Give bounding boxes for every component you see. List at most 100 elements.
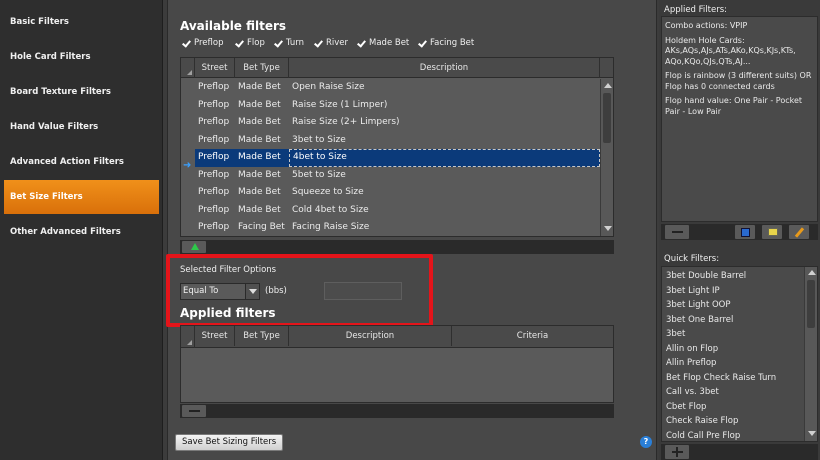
nav-item-board-texture-filters[interactable]: Board Texture Filters — [4, 75, 159, 109]
applied-filter-item[interactable]: Flop hand value: One Pair - Pocket Pair … — [665, 96, 815, 117]
edit-filter-button[interactable] — [788, 224, 810, 240]
cell-bet-type: Made Bet — [238, 187, 281, 197]
column-header-description[interactable]: Description — [289, 58, 600, 78]
cell-street: Preflop — [195, 149, 235, 167]
table-header: Street Bet Type Description — [181, 58, 613, 78]
checkbox-label: Flop — [247, 38, 265, 48]
table-row[interactable]: Preflop Made Bet Open Raise Size — [181, 79, 600, 97]
available-filters-title: Available filters — [180, 19, 287, 33]
save-bet-sizing-filters-button[interactable]: Save Bet Sizing Filters — [175, 434, 284, 451]
scroll-thumb[interactable] — [807, 280, 815, 328]
table-row[interactable]: Preflop Made Bet Squeeze to Size — [181, 184, 600, 202]
street-checkbox-turn[interactable]: Turn — [274, 38, 304, 48]
cell-bet-type: Made Bet — [238, 204, 281, 215]
checkbox-label: Turn — [286, 38, 305, 48]
add-quick-filter-button[interactable] — [664, 444, 690, 460]
add-filter-button[interactable] — [181, 240, 207, 254]
checkbox-made-bet[interactable]: Made Bet — [357, 38, 409, 48]
quick-filter-item[interactable]: 3bet Double Barrel — [666, 271, 746, 281]
cell-description: Squeeze to Size — [292, 187, 364, 197]
column-header-criteria[interactable]: Criteria — [452, 326, 613, 346]
available-filters-table: Street Bet Type Description Preflop Made… — [180, 57, 614, 237]
cell-description: Facing Raise Size — [292, 222, 370, 232]
quick-filter-item[interactable]: Cbet Flop — [666, 402, 706, 412]
quick-filter-item[interactable]: 3bet — [666, 329, 685, 339]
applied-table-toolbar — [180, 404, 614, 418]
quick-filter-item[interactable]: 3bet One Barrel — [666, 315, 733, 325]
remove-applied-filter-button[interactable] — [664, 224, 690, 240]
quick-filter-item[interactable]: Bet Flop Check Raise Turn — [666, 373, 776, 383]
minus-icon — [189, 410, 200, 412]
applied-filter-item[interactable]: Holdem Hole Cards: AKs,AQs,AJs,ATs,AKo,K… — [665, 36, 815, 68]
plus-icon-vertical — [676, 447, 678, 457]
applied-filter-item[interactable]: Flop is rainbow (3 different suits) OR F… — [665, 71, 815, 92]
available-table-toolbar — [180, 240, 614, 254]
remove-filter-button[interactable] — [181, 404, 207, 418]
filter-window: Basic Filters Hole Card Filters Board Te… — [0, 0, 820, 460]
highlight-box — [166, 254, 433, 327]
applied-filter-item[interactable]: Combo actions: VPIP — [665, 21, 815, 32]
street-checkbox-flop[interactable]: Flop — [235, 38, 265, 48]
cell-bet-type: Made Bet — [238, 169, 281, 180]
cell-description: Open Raise Size — [292, 82, 365, 92]
scroll-up-icon[interactable] — [604, 83, 612, 88]
cell-description: Raise Size (1 Limper) — [292, 99, 388, 110]
nav-item-basic-filters[interactable]: Basic Filters — [4, 5, 159, 39]
available-table-scrollbar[interactable] — [600, 79, 613, 236]
checkbox-label: River — [326, 38, 349, 48]
cell-street: Preflop — [198, 82, 230, 92]
table-row[interactable]: Preflop Made Bet 3bet to Size — [181, 132, 600, 150]
help-icon[interactable]: ? — [640, 436, 652, 448]
cell-bet-type: Made Bet — [235, 149, 289, 167]
nav-item-hand-value-filters[interactable]: Hand Value Filters — [4, 110, 159, 144]
checkmark-icon — [182, 39, 191, 48]
cell-description: 3bet to Size — [292, 134, 346, 145]
table-row[interactable]: Preflop Made Bet Raise Size (2+ Limpers) — [181, 114, 600, 132]
table-row[interactable]: Preflop Facing Bet Facing Raise Size — [181, 219, 600, 237]
checkmark-icon — [314, 39, 323, 48]
scroll-down-icon[interactable] — [808, 431, 816, 436]
street-checkbox-river[interactable]: River — [314, 38, 348, 48]
cell-street: Preflop — [198, 204, 230, 215]
table-row[interactable]: Preflop Made Bet Raise Size (1 Limper) — [181, 97, 600, 115]
quick-filter-item[interactable]: Allin on Flop — [666, 344, 718, 354]
cell-description: 5bet to Size — [292, 169, 346, 180]
table-row[interactable]: Preflop Made Bet 5bet to Size — [181, 167, 600, 185]
cell-bet-type: Made Bet — [238, 117, 281, 127]
note-filter-button[interactable] — [761, 224, 783, 240]
table-row[interactable]: Preflop Made Bet Cold 4bet to Size — [181, 202, 600, 220]
quick-filter-item[interactable]: Allin Preflop — [666, 358, 716, 368]
save-icon — [741, 228, 750, 237]
checkbox-facing-bet[interactable]: Facing Bet — [418, 38, 474, 48]
checkmark-icon — [418, 39, 427, 48]
column-header-description[interactable]: Description — [289, 326, 452, 346]
table-row-selected[interactable]: ➜ Preflop Made Bet 4bet to Size — [181, 149, 600, 170]
cell-description: Raise Size (2+ Limpers) — [292, 117, 400, 127]
quick-filter-item[interactable]: Cold Call Pre Flop — [666, 431, 740, 441]
nav-item-advanced-action-filters[interactable]: Advanced Action Filters — [4, 145, 159, 179]
nav-item-bet-size-filters[interactable]: Bet Size Filters — [4, 180, 159, 214]
checkbox-label: Made Bet — [369, 38, 410, 48]
column-header-bet-type[interactable]: Bet Type — [235, 58, 289, 78]
save-filter-button[interactable] — [734, 224, 756, 240]
cell-description: 4bet to Size — [289, 149, 600, 167]
applied-filters-summary-title: Applied Filters: — [664, 5, 727, 15]
quick-filter-item[interactable]: 3bet Light OOP — [666, 300, 731, 310]
checkbox-label: Preflop — [194, 38, 224, 48]
street-checkbox-preflop[interactable]: Preflop — [182, 38, 223, 48]
nav-item-other-advanced-filters[interactable]: Other Advanced Filters — [4, 215, 159, 249]
checkmark-icon — [235, 39, 244, 48]
column-header-bet-type[interactable]: Bet Type — [235, 326, 289, 346]
quick-filter-item[interactable]: Call vs. 3bet — [666, 387, 719, 397]
quick-filter-item[interactable]: Check Raise Flop — [666, 416, 738, 426]
quick-filters-scrollbar[interactable] — [804, 267, 817, 441]
cell-street: Preflop — [198, 187, 230, 197]
column-header-street[interactable]: Street — [195, 58, 235, 78]
column-header-street[interactable]: Street — [195, 326, 235, 346]
scroll-up-icon[interactable] — [808, 270, 816, 275]
scroll-thumb[interactable] — [603, 93, 611, 143]
scroll-down-icon[interactable] — [604, 226, 612, 231]
nav-item-hole-card-filters[interactable]: Hole Card Filters — [4, 40, 159, 74]
cell-street: Preflop — [198, 169, 230, 180]
quick-filter-item[interactable]: 3bet Light IP — [666, 286, 720, 296]
